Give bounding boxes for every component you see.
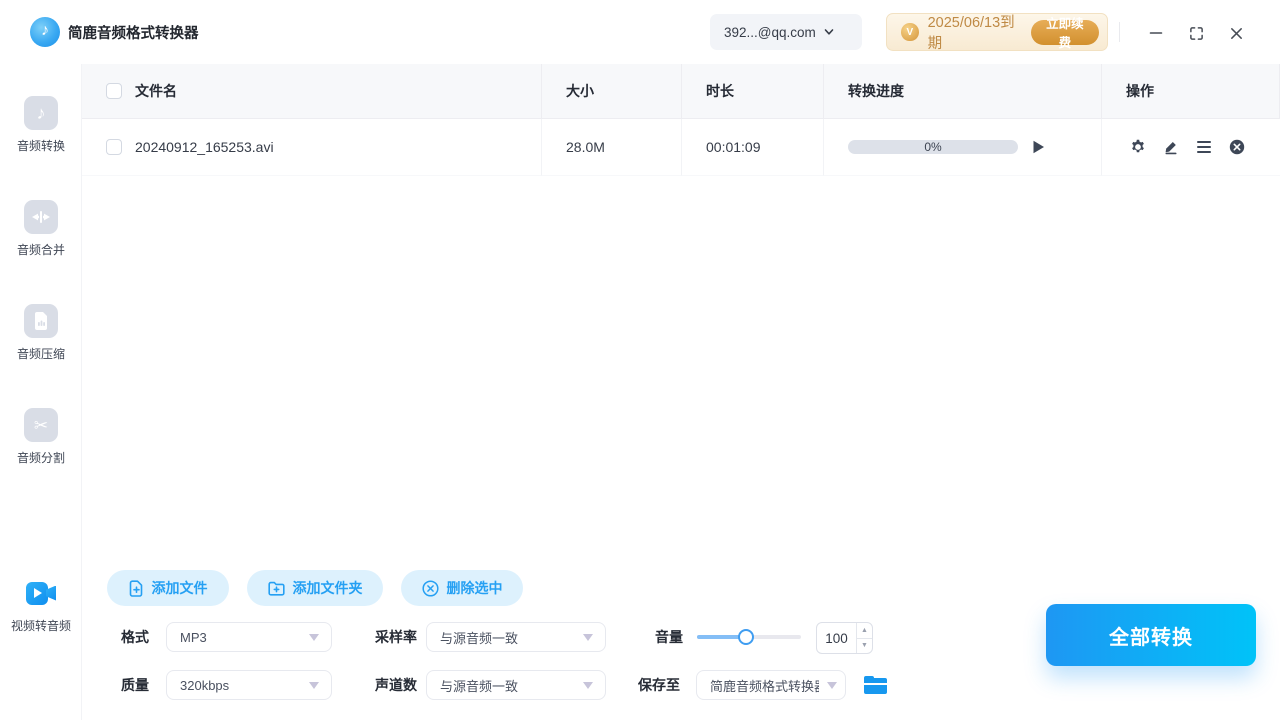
caret-down-icon <box>583 633 593 641</box>
caret-down-icon <box>309 681 319 689</box>
open-folder-button[interactable] <box>864 676 887 694</box>
table-row-filename: 20240912_165253.avi <box>82 119 542 176</box>
table-row-size: 28.0M <box>542 119 682 176</box>
video-camera-icon <box>24 576 58 610</box>
add-file-button[interactable]: 添加文件 <box>107 570 229 606</box>
volume-slider[interactable] <box>697 629 801 645</box>
edit-pencil-icon[interactable] <box>1163 139 1179 155</box>
sample-rate-label: 采样率 <box>375 629 417 645</box>
account-email: 392...@qq.com <box>724 24 816 40</box>
header-size: 大小 <box>542 64 682 119</box>
music-note-icon: ♪ <box>24 96 58 130</box>
header-filename: 文件名 <box>82 64 542 119</box>
table-row-operations <box>1102 119 1280 176</box>
sidebar-item-label: 音频合并 <box>16 243 65 257</box>
spin-down-icon[interactable]: ▼ <box>857 639 872 654</box>
file-list-area: 文件名 大小 时长 转换进度 操作 20240912_165253.avi 28… <box>82 64 1280 550</box>
maximize-icon <box>1189 26 1203 40</box>
volume-input[interactable]: 100 ▲ ▼ <box>816 622 873 654</box>
format-select[interactable]: MP3 <box>166 622 332 652</box>
compress-file-icon <box>24 304 58 338</box>
volume-label: 音量 <box>655 629 683 645</box>
topbar-divider <box>1119 22 1120 42</box>
select-all-checkbox[interactable] <box>106 83 122 99</box>
volume-value: 100 <box>825 630 848 646</box>
header-operations: 操作 <box>1102 64 1280 119</box>
delete-selected-button[interactable]: 删除选中 <box>401 570 523 606</box>
save-to-select[interactable]: 简鹿音频格式转换器 <box>696 670 846 700</box>
menu-list-icon[interactable] <box>1196 140 1212 154</box>
minimize-icon <box>1149 32 1163 34</box>
file-name: 20240912_165253.avi <box>135 139 274 155</box>
table-row-progress: 0% <box>824 119 1102 176</box>
header-duration: 时长 <box>682 64 824 119</box>
spin-up-icon[interactable]: ▲ <box>857 623 872 639</box>
vip-crown-icon: V <box>901 23 919 41</box>
volume-slider-handle[interactable] <box>737 629 754 645</box>
account-dropdown[interactable]: 392...@qq.com <box>710 14 862 50</box>
vip-badge: V 2025/06/13到期 立即续费 <box>886 13 1108 52</box>
settings-gear-icon[interactable] <box>1130 139 1146 155</box>
sidebar-item-label: 音频压缩 <box>16 347 65 361</box>
progress-label: 0% <box>924 140 942 154</box>
volume-spinner: ▲ ▼ <box>856 623 872 653</box>
delete-circle-icon <box>421 579 439 597</box>
row-checkbox[interactable] <box>106 139 122 155</box>
channels-label: 声道数 <box>375 677 417 693</box>
merge-arrows-icon <box>24 200 58 234</box>
quality-select[interactable]: 320kbps <box>166 670 332 700</box>
sidebar-item-label: 视频转音频 <box>10 619 71 633</box>
add-folder-icon <box>267 581 285 596</box>
minimize-button[interactable] <box>1143 20 1169 46</box>
add-folder-button[interactable]: 添加文件夹 <box>247 570 383 606</box>
save-to-label: 保存至 <box>638 677 680 693</box>
sidebar-item-label: 音频转换 <box>16 139 65 153</box>
vip-expiry-text: 2025/06/13到期 <box>927 15 1015 52</box>
add-file-icon <box>129 579 142 597</box>
app-logo-icon: ♪ <box>30 17 60 47</box>
quality-label: 质量 <box>121 677 149 693</box>
title-bar: ♪ 简鹿音频格式转换器 392...@qq.com V 2025/06/13到期… <box>0 0 1280 64</box>
remove-file-icon[interactable] <box>1229 139 1245 155</box>
sidebar-item-label: 音频分割 <box>16 451 65 465</box>
sidebar-item-audio-merge[interactable]: 音频合并 <box>0 200 82 258</box>
close-button[interactable] <box>1223 20 1249 46</box>
sidebar: ♪ 音频转换 音频合并 音频压缩 ✂ 音频分割 视频转音频 <box>0 64 82 720</box>
scissors-icon: ✂ <box>24 408 58 442</box>
sample-rate-select[interactable]: 与源音频一致 <box>426 622 606 652</box>
sidebar-item-video-to-audio[interactable]: 视频转音频 <box>0 576 82 634</box>
chevron-down-icon <box>824 29 834 35</box>
progress-bar: 0% <box>848 140 1018 154</box>
sidebar-item-audio-convert[interactable]: ♪ 音频转换 <box>0 96 82 154</box>
close-icon <box>1230 27 1242 39</box>
format-label: 格式 <box>121 629 149 645</box>
caret-down-icon <box>583 681 593 689</box>
table-row-duration: 00:01:09 <box>682 119 824 176</box>
app-title: 简鹿音频格式转换器 <box>68 25 199 42</box>
header-progress: 转换进度 <box>824 64 1102 119</box>
channels-select[interactable]: 与源音频一致 <box>426 670 606 700</box>
file-table: 文件名 大小 时长 转换进度 操作 20240912_165253.avi 28… <box>82 64 1280 176</box>
maximize-button[interactable] <box>1183 20 1209 46</box>
caret-down-icon <box>309 633 319 641</box>
convert-all-button[interactable]: 全部转换 <box>1046 604 1256 666</box>
sidebar-item-audio-compress[interactable]: 音频压缩 <box>0 304 82 362</box>
caret-down-icon <box>827 681 837 689</box>
renew-button[interactable]: 立即续费 <box>1030 17 1099 50</box>
sidebar-item-audio-split[interactable]: ✂ 音频分割 <box>0 408 82 466</box>
play-button[interactable] <box>1032 140 1045 154</box>
